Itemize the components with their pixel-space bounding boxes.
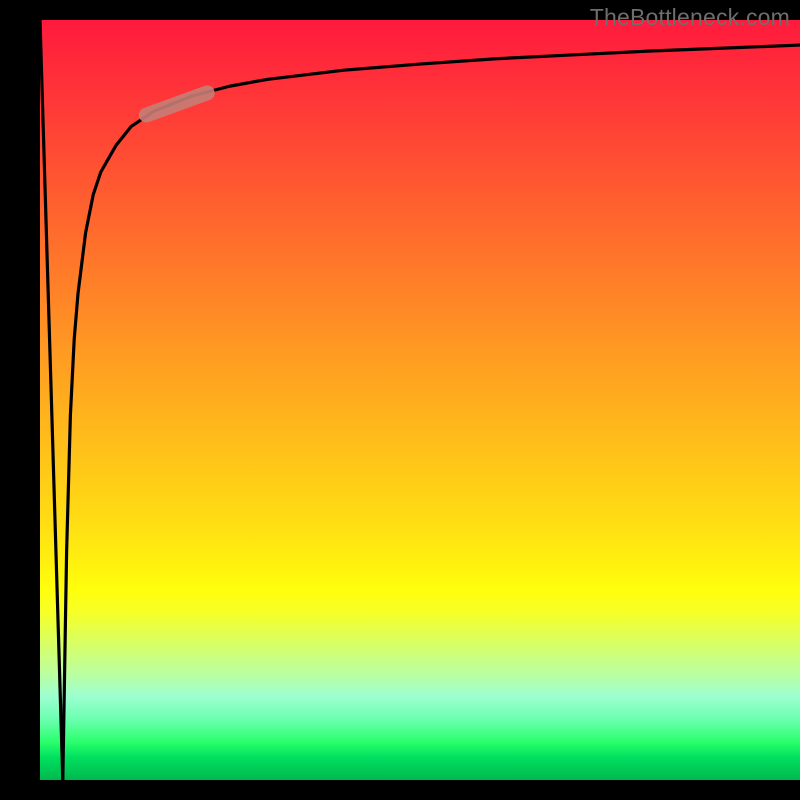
x-axis-mask [0,780,800,800]
y-axis-mask [0,0,40,800]
chart-frame: TheBottleneck.com [0,0,800,800]
watermark-text: TheBottleneck.com [590,4,790,31]
gradient-plot-area [40,20,800,780]
